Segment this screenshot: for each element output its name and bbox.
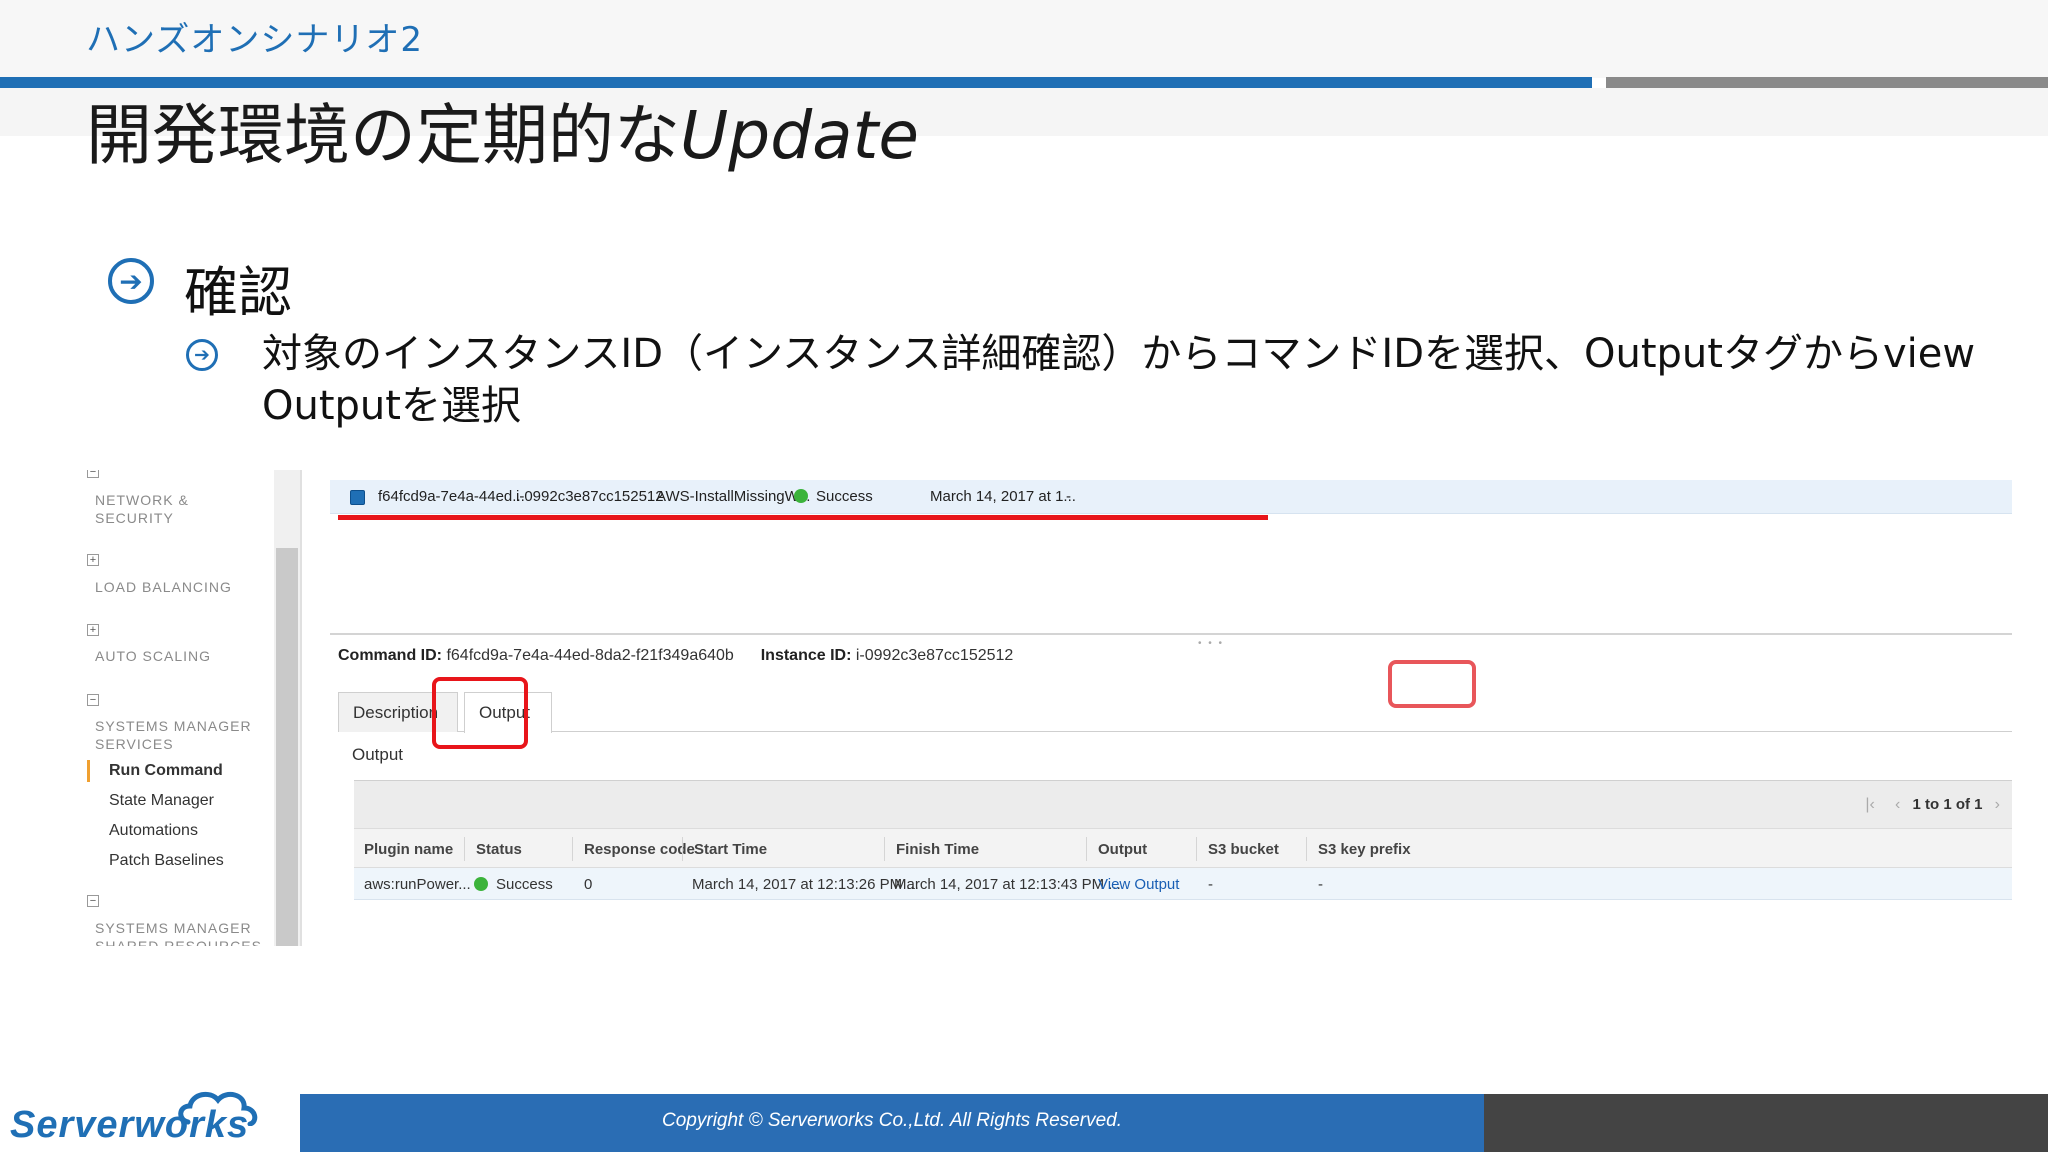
sidebar-section-network[interactable]: NETWORK & SECURITY [95, 491, 189, 527]
command-details: Command ID: f64fcd9a-7e4a-44ed-8da2-f21f… [338, 647, 1013, 665]
output-table: |‹ ‹ 1 to 1 of 1 › Plugin name Status Re… [354, 780, 2012, 902]
view-output-link[interactable]: View Output [1098, 876, 1179, 893]
expand-icon[interactable]: + [87, 554, 99, 566]
prev-page-icon[interactable]: ‹ [1895, 796, 1900, 813]
highlight-box-output-tab [432, 677, 528, 749]
cell-status: Success [474, 876, 553, 893]
scenario-label: ハンズオンシナリオ2 [86, 20, 423, 60]
arrow-circle-icon: ➔ [186, 339, 218, 371]
sidebar-section-ssm-services[interactable]: SYSTEMS MANAGER SERVICES [95, 717, 252, 753]
active-indicator [87, 760, 90, 782]
sidebar-scroll-thumb[interactable] [276, 548, 298, 946]
cmd-requested: March 14, 2017 at 1... [930, 488, 1076, 505]
col-finish-time[interactable]: Finish Time [896, 841, 979, 858]
col-plugin-name[interactable]: Plugin name [364, 841, 453, 858]
col-response-code[interactable]: Response code [584, 841, 695, 858]
sidebar-section-ssm-shared[interactable]: SYSTEMS MANAGER SHARED RESOURCES [95, 919, 262, 946]
highlight-box-view-output [1388, 660, 1476, 708]
command-row[interactable]: f64fcd9a-7e4a-44ed... i-0992c3e87cc15251… [330, 480, 2012, 514]
cmd-comment: - [1066, 488, 1071, 505]
slide-title-en: Update [680, 97, 920, 174]
cell-plugin: aws:runPower... [364, 876, 471, 893]
cmd-document: AWS-InstallMissingW... [656, 488, 811, 505]
header-bar-gray [1606, 77, 2048, 88]
bullet-level2: 対象のインスタンスID（インスタンス詳細確認）からコマンドIDを選択、Outpu… [262, 331, 1976, 429]
sidebar-item-run-command[interactable]: Run Command [109, 762, 223, 780]
col-s3-bucket[interactable]: S3 bucket [1208, 841, 1279, 858]
success-dot-icon [474, 877, 488, 891]
col-output[interactable]: Output [1098, 841, 1147, 858]
sidebar-section-load-balancing[interactable]: LOAD BALANCING [95, 578, 232, 596]
col-s3-key-prefix[interactable]: S3 key prefix [1318, 841, 1411, 858]
collapse-icon[interactable]: − [87, 895, 99, 907]
next-page-icon[interactable]: › [1995, 796, 2000, 813]
first-page-icon[interactable]: |‹ [1865, 796, 1874, 813]
collapse-icon[interactable]: − [87, 694, 99, 706]
arrow-circle-icon: ➔ [108, 258, 154, 304]
row-select-checkbox[interactable] [350, 490, 365, 505]
table-toolbar: |‹ ‹ 1 to 1 of 1 › [354, 780, 2012, 828]
sidebar-section-auto-scaling[interactable]: AUTO SCALING [95, 647, 211, 665]
splitter-grip-icon[interactable]: • • • [1198, 638, 1224, 649]
output-section-label: Output [352, 745, 404, 764]
cell-finish-time: March 14, 2017 at 12:13:43 PM ... [894, 876, 1121, 893]
success-dot-icon [794, 489, 808, 503]
sidebar-item-automations[interactable]: Automations [109, 822, 198, 840]
copyright-text: Copyright © Serverworks Co.,Ltd. All Rig… [662, 1110, 1122, 1131]
slide-title-jp: 開発環境の定期的な [86, 97, 680, 174]
cell-response-code: 0 [584, 876, 593, 893]
command-id-label: Command ID: [338, 647, 442, 664]
sidebar-item-patch-baselines[interactable]: Patch Baselines [109, 852, 224, 870]
footer-bar-dark [1484, 1094, 2048, 1152]
cell-s3-bucket: - [1208, 876, 1213, 893]
col-start-time[interactable]: Start Time [694, 841, 767, 858]
pagination: |‹ ‹ 1 to 1 of 1 › [1857, 796, 2008, 814]
highlight-underline [338, 515, 1268, 520]
bullet-level1: 確認 [184, 261, 292, 324]
command-id-value: f64fcd9a-7e4a-44ed-8da2-f21f349a640b [446, 647, 734, 664]
slide-title: 開発環境の定期的なUpdate [86, 96, 919, 176]
table-row[interactable]: aws:runPower... Success 0 March 14, 2017… [354, 868, 2012, 900]
console-sidebar: − NETWORK & SECURITY + LOAD BALANCING + … [78, 470, 300, 946]
table-header: Plugin name Status Response code Start T… [354, 828, 2012, 868]
run-command-panel: f64fcd9a-7e4a-44ed... i-0992c3e87cc15251… [322, 470, 2012, 946]
cmd-instance-id: i-0992c3e87cc152512 [516, 488, 664, 505]
console-screenshot: − NETWORK & SECURITY + LOAD BALANCING + … [78, 470, 2012, 946]
cell-s3-key-prefix: - [1318, 876, 1323, 893]
expand-icon[interactable]: + [87, 624, 99, 636]
instance-id-label: Instance ID: [760, 647, 852, 664]
pane-splitter[interactable] [330, 633, 2012, 635]
sidebar-item-state-manager[interactable]: State Manager [109, 792, 214, 810]
cmd-status: Success [794, 488, 873, 505]
header-bar-blue [0, 77, 1592, 88]
sidebar-divider [300, 470, 302, 946]
cell-start-time: March 14, 2017 at 12:13:26 PM ... [692, 876, 919, 893]
instance-id-value: i-0992c3e87cc152512 [855, 647, 1014, 664]
pagination-text: 1 to 1 of 1 [1912, 796, 1983, 813]
collapse-icon[interactable]: − [87, 470, 99, 478]
detail-tabs: Description Output [338, 692, 2012, 733]
col-status[interactable]: Status [476, 841, 522, 858]
cmd-command-id: f64fcd9a-7e4a-44ed... [378, 488, 525, 505]
company-logo: Serverworks [10, 1086, 290, 1152]
logo-text: Serverworks [10, 1104, 250, 1146]
